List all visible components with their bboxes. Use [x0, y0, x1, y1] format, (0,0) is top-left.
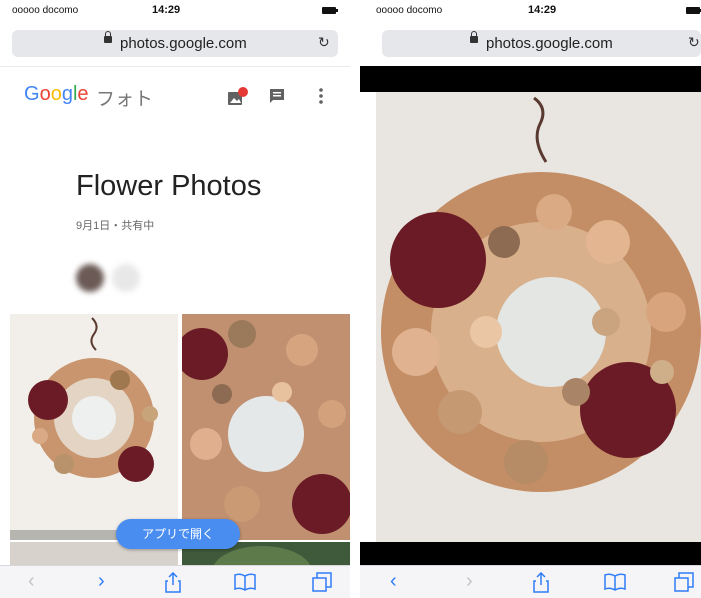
battery-icon — [686, 7, 701, 14]
status-time: 14:29 — [152, 4, 181, 16]
avatar[interactable] — [76, 264, 104, 292]
address-bar[interactable]: photos.google.com ↻ — [12, 30, 338, 57]
forward-icon[interactable]: › — [98, 570, 105, 592]
share-icon[interactable] — [164, 571, 182, 598]
status-bar: ooooo docomo 14:29 — [0, 0, 350, 22]
open-in-app-button[interactable]: アプリで開く — [116, 519, 240, 549]
bookmarks-icon[interactable] — [604, 573, 626, 596]
address-bar[interactable]: photos.google.com ↻ — [382, 30, 701, 57]
forward-icon[interactable]: › — [466, 570, 473, 592]
lock-icon — [104, 31, 112, 43]
photo-tile[interactable] — [10, 314, 178, 540]
url-text: photos.google.com — [486, 35, 613, 52]
tabs-icon[interactable] — [312, 572, 332, 597]
album-title: Flower Photos — [76, 170, 262, 202]
google-logo: Google — [24, 83, 89, 105]
reload-icon[interactable]: ↻ — [688, 34, 700, 51]
carrier-label: ooooo docomo — [12, 5, 79, 16]
album-subtitle: 9月1日・共有中 — [76, 220, 155, 232]
avatar[interactable] — [112, 264, 140, 292]
letterbox-top — [360, 66, 701, 92]
product-name: フォト — [96, 89, 154, 110]
status-time: 14:29 — [528, 4, 557, 16]
letterbox-bottom — [360, 542, 701, 566]
app-header: Google フォト — [0, 66, 350, 123]
carrier-label: ooooo docomo — [376, 5, 443, 16]
url-text: photos.google.com — [120, 35, 247, 52]
back-icon[interactable]: ‹ — [390, 570, 397, 592]
browser-toolbar: ‹ › — [0, 565, 350, 598]
right-phone-screen: ooooo docomo 14:29 photos.google.com ↻ ‹… — [360, 0, 701, 598]
photo-tile[interactable] — [182, 314, 350, 540]
add-photo-icon[interactable] — [226, 87, 248, 112]
chat-icon[interactable] — [268, 87, 286, 110]
tabs-icon[interactable] — [674, 572, 694, 597]
battery-icon — [322, 7, 338, 14]
back-icon[interactable]: ‹ — [28, 570, 35, 592]
bookmarks-icon[interactable] — [234, 573, 256, 596]
more-vert-icon[interactable] — [318, 87, 324, 110]
browser-toolbar: ‹ › — [360, 565, 701, 598]
lock-icon — [470, 31, 478, 43]
reload-icon[interactable]: ↻ — [318, 34, 330, 51]
share-icon[interactable] — [532, 571, 550, 598]
left-phone-screen: ooooo docomo 14:29 photos.google.com ↻ G… — [0, 0, 350, 598]
status-bar: ooooo docomo 14:29 — [360, 0, 701, 22]
photo-viewer-image[interactable] — [376, 92, 701, 542]
